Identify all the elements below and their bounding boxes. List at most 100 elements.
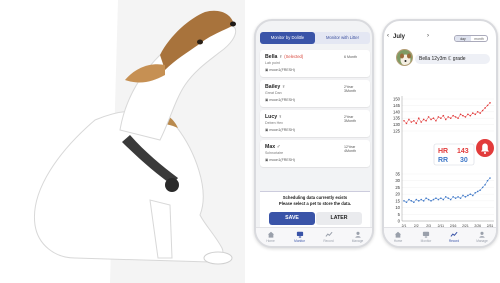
data-point-hr (449, 117, 452, 119)
schedule-data-dialog: Scheduling data currently exists Please … (260, 191, 370, 228)
y-tick-label: 125 (393, 129, 401, 134)
nav-home[interactable]: Home (256, 228, 285, 246)
monitor-icon (296, 231, 303, 238)
data-point-rr (440, 197, 442, 199)
data-point-hr (452, 114, 454, 117)
nav-home[interactable]: Home (384, 228, 412, 246)
data-point-hr (486, 104, 489, 107)
y-tick-label: 0 (398, 219, 401, 224)
pet-card-max[interactable]: Max ♂ Schnoriaire ▣ moon1(FRESH) 12Year … (260, 140, 370, 167)
y-tick-label: 15 (395, 198, 400, 203)
data-point-rr (486, 179, 489, 182)
data-point-rr (410, 200, 413, 202)
y-tick-label: 20 (395, 192, 400, 197)
data-point-hr (447, 116, 450, 118)
nav-label: Record (448, 239, 460, 243)
data-point-hr (469, 114, 472, 117)
nav-manage[interactable]: Manage (468, 228, 496, 246)
data-point-hr (435, 119, 437, 122)
data-point-rr (452, 196, 454, 198)
pet-age: 2Year 3Month (344, 115, 356, 123)
chevron-left-icon[interactable]: ‹ (387, 33, 389, 39)
pet-card-lucy[interactable]: Lucy ♀ Deben Hex ▣ moon1(FRESH) 2Year 3M… (260, 110, 370, 137)
data-point-hr (422, 118, 425, 121)
y-tick-label: 10 (395, 205, 400, 210)
data-point-hr (474, 113, 477, 116)
data-point-rr (432, 198, 435, 201)
data-point-hr (472, 112, 474, 114)
data-point-hr (484, 107, 486, 109)
series-line-rr (403, 177, 491, 203)
y-tick-label: 25 (395, 185, 400, 190)
data-point-hr (481, 109, 484, 112)
toggle-month[interactable]: month (471, 36, 487, 41)
data-point-rr (464, 196, 467, 198)
rr-label: RR (438, 157, 448, 164)
chevron-right-icon[interactable]: › (427, 33, 429, 39)
data-point-rr (447, 197, 450, 199)
data-point-rr (454, 197, 457, 199)
later-button[interactable]: LATER (316, 212, 362, 225)
data-point-rr (403, 200, 405, 202)
data-point-hr (417, 117, 420, 119)
data-point-rr (467, 194, 469, 197)
data-point-hr (430, 118, 432, 121)
data-point-rr (457, 196, 459, 198)
pet-device: ▣ moon1(FRESH) (265, 98, 295, 102)
pet-name: Lucy ♀ (265, 114, 283, 120)
data-point-rr (479, 189, 481, 191)
nav-record[interactable]: Record (314, 228, 343, 246)
bell-alert-icon[interactable] (476, 139, 494, 157)
data-point-rr (474, 192, 477, 194)
y-tick-label: 130 (393, 122, 401, 127)
toggle-day[interactable]: day (455, 36, 471, 41)
selected-label: (Selected) (284, 54, 304, 59)
nav-label: Monitor (420, 239, 432, 243)
data-point-hr (462, 114, 464, 117)
vitals-readout: HR 143 RR 30 (433, 139, 494, 166)
rr-value: 30 (460, 157, 468, 164)
save-button[interactable]: SAVE (269, 212, 315, 225)
tab-monitor-litter[interactable]: Monitor with Litter (315, 32, 370, 44)
vitals-chart: 15014514013513012535302520151050 2/1 2/2 2… (393, 96, 494, 228)
monitor-tabs: Monitor by Dolittle Monitor with Litter (260, 32, 370, 44)
data-point-rr (481, 186, 484, 189)
data-point-rr (420, 198, 422, 201)
nav-manage[interactable]: Manage (343, 228, 372, 246)
data-point-rr (472, 194, 474, 197)
phone-record-screen: ‹ July › day month Bella 12y3m ℂ grade 1… (382, 19, 498, 248)
tab-monitor-dolittle[interactable]: Monitor by Dolittle (260, 32, 315, 44)
data-point-hr (444, 118, 447, 121)
nav-record[interactable]: Record (440, 228, 468, 246)
pet-info-pill: Bella 12y3m ℂ grade (415, 54, 490, 64)
pet-card-bailey[interactable]: Bailey ♀ Great Dan ▣ moon1(FRESH) 2Year … (260, 80, 370, 107)
hr-value: 143 (457, 148, 469, 155)
home-icon (394, 231, 402, 238)
nav-monitor[interactable]: Monitor (285, 228, 314, 246)
pet-breed: Lab point (265, 61, 280, 65)
data-point-rr (405, 201, 408, 203)
data-point-hr (440, 117, 442, 119)
dialog-line-2: Please select a pet to store the data. (278, 201, 352, 206)
nav-label: Home (266, 239, 275, 243)
nav-label: Manage (476, 239, 488, 243)
pet-age: 6 Month (344, 55, 357, 59)
monitor-icon (422, 231, 430, 238)
y-tick-label: 140 (393, 109, 401, 114)
nav-monitor[interactable]: Monitor (412, 228, 440, 246)
record-icon (325, 231, 332, 237)
data-point-rr (459, 197, 462, 199)
data-point-hr (476, 111, 479, 113)
pet-name: Bella ♀ (Selected) (265, 54, 304, 60)
hr-label: HR (438, 148, 448, 155)
pet-card-bella[interactable]: Bella ♀ (Selected) Lab point ▣ moon1(FRE… (260, 50, 370, 77)
data-point-hr (442, 114, 445, 117)
nav-label: Monitor (294, 239, 305, 243)
data-point-rr (476, 190, 479, 193)
data-point-rr (437, 198, 440, 201)
y-tick-label: 145 (393, 103, 401, 108)
data-point-hr (459, 113, 462, 116)
data-point-hr (454, 116, 457, 118)
y-tick-label: 35 (395, 172, 400, 177)
pet-age: 2Year 3Month (344, 85, 356, 93)
